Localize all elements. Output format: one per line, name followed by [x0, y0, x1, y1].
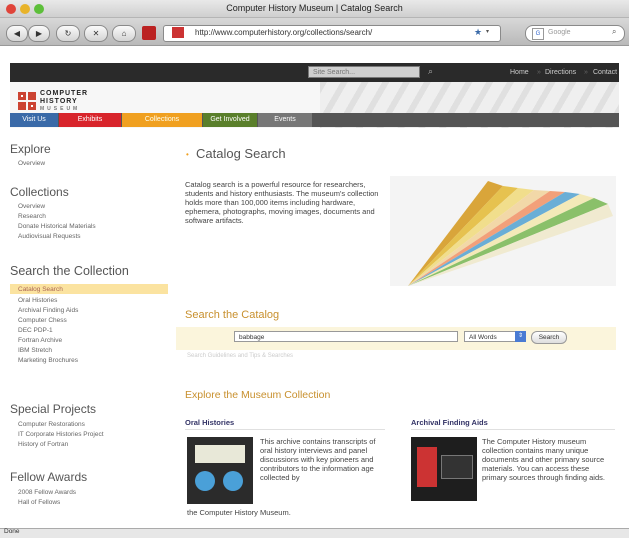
search-tips-link[interactable]: Search Guidelines and Tips & Searches: [187, 353, 293, 359]
site-favicon-icon: [172, 27, 184, 38]
sidebar-heading-explore: Explore: [10, 142, 51, 156]
bookmark-icon[interactable]: [142, 26, 156, 40]
home-link[interactable]: Home: [510, 69, 529, 76]
sidebar-item-catalog-search[interactable]: Catalog Search: [18, 286, 63, 293]
bookmark-star-icon[interactable]: ★: [474, 27, 482, 38]
sidebar-item-oral-histories[interactable]: Oral Histories: [18, 297, 57, 304]
oral-histories-heading[interactable]: Oral Histories: [185, 418, 234, 427]
sidebar-item-restorations[interactable]: Computer Restorations: [18, 421, 85, 428]
forward-button[interactable]: ▶: [28, 25, 50, 42]
explore-heading: Explore the Museum Collection: [185, 389, 331, 401]
sidebar-item-explore-overview[interactable]: Overview: [18, 160, 45, 167]
sidebar-item-donate[interactable]: Donate Historical Materials: [18, 223, 96, 230]
home-button[interactable]: ⌂: [112, 25, 136, 42]
oral-histories-text: This archive contains transcripts of ora…: [260, 437, 376, 482]
directions-link[interactable]: Directions: [545, 69, 576, 76]
sidebar-item-ibm-stretch[interactable]: IBM Stretch: [18, 347, 52, 354]
rss-dropdown-icon[interactable]: ▾: [486, 28, 489, 35]
window-title: Computer History Museum | Catalog Search: [226, 3, 403, 13]
stop-button[interactable]: ✕: [84, 25, 108, 42]
divider: [185, 429, 385, 430]
archival-text: The Computer History museum collection c…: [482, 437, 605, 482]
select-arrows-icon[interactable]: ⇕: [515, 331, 526, 342]
sidebar-item-overview[interactable]: Overview: [18, 203, 45, 210]
reload-icon: ↻: [64, 29, 72, 38]
sidebar-item-it-histories[interactable]: IT Corporate Histories Project: [18, 431, 104, 438]
back-button[interactable]: ◀: [6, 25, 28, 42]
divider: [411, 429, 615, 430]
nav-exhibits[interactable]: Exhibits: [59, 113, 121, 127]
sidebar-heading-fellow: Fellow Awards: [10, 470, 88, 484]
nav-get-involved[interactable]: Get Involved: [203, 113, 257, 127]
sidebar-item-brochures[interactable]: Marketing Brochures: [18, 357, 78, 364]
search-catalog-heading: Search the Catalog: [185, 309, 280, 321]
oral-histories-text-tail: the Computer History Museum.: [187, 508, 291, 517]
link-separator: »: [537, 69, 541, 76]
magnifier-icon[interactable]: ⌕: [612, 27, 616, 37]
contact-link[interactable]: Contact: [593, 69, 617, 76]
sidebar-heading-search: Search the Collection: [10, 264, 129, 278]
sidebar-item-fortran[interactable]: Fortran Archive: [18, 337, 62, 344]
intro-text: Catalog search is a powerful resource fo…: [185, 180, 379, 225]
thumbnail-label: [195, 445, 245, 463]
catalog-search-button[interactable]: Search: [531, 331, 567, 344]
home-icon: ⌂: [121, 29, 127, 38]
oral-histories-thumbnail[interactable]: [187, 437, 253, 504]
nav-visit-us[interactable]: Visit Us: [10, 113, 58, 127]
thumbnail-block: [417, 447, 437, 487]
link-separator: »: [584, 69, 588, 76]
forward-arrow-icon: ▶: [35, 29, 43, 38]
page-title: Catalog Search: [196, 146, 286, 161]
title-bullet-icon: •: [186, 150, 189, 159]
nav-events[interactable]: Events: [258, 113, 312, 127]
museum-logo-icon[interactable]: [18, 92, 36, 110]
back-arrow-icon: ◀: [13, 29, 21, 38]
catalog-search-input[interactable]: babbage: [234, 331, 458, 342]
browser-search-placeholder: Google: [548, 29, 571, 36]
reload-button[interactable]: ↻: [56, 25, 80, 42]
punch-cards-image: [390, 176, 616, 286]
site-search-icon[interactable]: ⌕: [428, 66, 433, 77]
thumbnail-screen: [441, 455, 473, 479]
status-text: Done: [4, 528, 20, 535]
logo-line2: HISTORY: [40, 98, 78, 105]
site-search-input[interactable]: Site Search...: [308, 66, 420, 78]
archival-thumbnail[interactable]: [411, 437, 477, 501]
logo-line1: COMPUTER: [40, 90, 89, 97]
nav-collections[interactable]: Collections: [122, 113, 202, 127]
sidebar-item-archival[interactable]: Archival Finding Aids: [18, 307, 78, 314]
sidebar-item-audiovisual[interactable]: Audiovisual Requests: [18, 233, 81, 240]
sidebar-item-chess[interactable]: Computer Chess: [18, 317, 67, 324]
address-url: http://www.computerhistory.org/collectio…: [195, 28, 373, 37]
logo-line3: MUSEUM: [40, 106, 81, 112]
sidebar-item-hall-of-fellows[interactable]: Hall of Fellows: [18, 499, 60, 506]
google-icon[interactable]: G: [532, 28, 544, 40]
sidebar-heading-special: Special Projects: [10, 402, 97, 416]
sidebar-item-history-fortran[interactable]: History of Fortran: [18, 441, 68, 448]
stop-icon: ✕: [92, 29, 100, 38]
tape-reel-icon: [223, 471, 243, 491]
sidebar-item-2008-fellows[interactable]: 2008 Fellow Awards: [18, 489, 76, 496]
tape-reel-icon: [195, 471, 215, 491]
sidebar-heading-collections: Collections: [10, 185, 69, 199]
sidebar-item-pdp1[interactable]: DEC PDP-1: [18, 327, 53, 334]
sidebar-item-research[interactable]: Research: [18, 213, 46, 220]
archival-heading[interactable]: Archival Finding Aids: [411, 418, 488, 427]
